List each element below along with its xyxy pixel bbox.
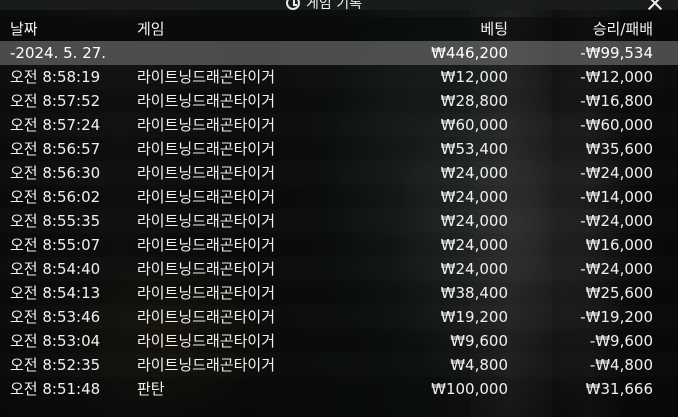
row-game: 라이트닝드래곤타이거 <box>137 356 276 374</box>
table-row[interactable]: 오전 8:56:30 라이트닝드래곤타이거 ₩24,000 -₩24,000 <box>0 161 678 185</box>
window-title-container: 게임 기록 <box>286 0 362 13</box>
row-date: 오전 8:54:13 <box>10 284 101 302</box>
row-game: 라이트닝드래곤타이거 <box>137 164 276 182</box>
row-result: -₩4,800 <box>589 356 653 374</box>
row-date: 오전 8:55:07 <box>10 236 101 254</box>
row-game: 라이트닝드래곤타이거 <box>137 308 276 326</box>
table-row[interactable]: 오전 8:52:35 라이트닝드래곤타이거 ₩4,800 -₩4,800 <box>0 353 678 377</box>
row-date: 오전 8:53:04 <box>10 332 101 350</box>
row-date: 오전 8:53:46 <box>10 308 101 326</box>
row-bet: ₩38,400 <box>440 284 508 302</box>
table-row[interactable]: 오전 8:54:40 라이트닝드래곤타이거 ₩24,000 -₩24,000 <box>0 257 678 281</box>
row-bet: ₩100,000 <box>431 380 508 398</box>
row-result: -₩24,000 <box>580 260 653 278</box>
table-row[interactable]: 오전 8:57:52 라이트닝드래곤타이거 ₩28,800 -₩16,800 <box>0 89 678 113</box>
history-table-body: 오전 8:58:19 라이트닝드래곤타이거 ₩12,000 -₩12,000 오… <box>0 65 678 417</box>
row-result: -₩24,000 <box>580 212 653 230</box>
row-game: 라이트닝드래곤타이거 <box>137 116 276 134</box>
history-icon <box>286 0 300 10</box>
row-date: 오전 8:58:19 <box>10 68 101 86</box>
row-result: -₩9,600 <box>589 332 653 350</box>
row-game: 라이트닝드래곤타이거 <box>137 68 276 86</box>
row-result: -₩24,000 <box>580 164 653 182</box>
row-result: ₩25,600 <box>585 284 653 302</box>
row-date: 오전 8:54:40 <box>10 260 101 278</box>
row-game: 라이트닝드래곤타이거 <box>137 140 276 158</box>
table-row[interactable]: 오전 8:56:57 라이트닝드래곤타이거 ₩53,400 ₩35,600 <box>0 137 678 161</box>
row-date: 오전 8:57:52 <box>10 92 101 110</box>
date-column-header: 날짜 <box>10 20 38 38</box>
row-bet: ₩53,400 <box>440 140 508 158</box>
row-date: 오전 8:55:35 <box>10 212 101 230</box>
summary-date: -2024. 5. 27. <box>10 44 107 62</box>
table-row[interactable]: 오전 8:53:04 라이트닝드래곤타이거 ₩9,600 -₩9,600 <box>0 329 678 353</box>
table-row[interactable]: 오전 8:53:46 라이트닝드래곤타이거 ₩19,200 -₩19,200 <box>0 305 678 329</box>
row-game: 라이트닝드래곤타이거 <box>137 332 276 350</box>
bet-column-header: 베팅 <box>480 20 508 38</box>
row-game: 라이트닝드래곤타이거 <box>137 236 276 254</box>
row-bet: ₩4,800 <box>450 356 508 374</box>
row-game: 라이트닝드래곤타이거 <box>137 92 276 110</box>
table-row[interactable]: 오전 8:55:07 라이트닝드래곤타이거 ₩24,000 ₩16,000 <box>0 233 678 257</box>
row-date: 오전 8:52:35 <box>10 356 101 374</box>
row-result: -₩60,000 <box>580 116 653 134</box>
table-row[interactable]: 오전 8:51:48 판탄 ₩100,000 ₩31,666 <box>0 377 678 401</box>
row-result: -₩16,800 <box>580 92 653 110</box>
row-bet: ₩24,000 <box>440 164 508 182</box>
row-game: 라이트닝드래곤타이거 <box>137 284 276 302</box>
game-column-header: 게임 <box>137 20 165 38</box>
summary-game <box>137 41 387 65</box>
row-bet: ₩24,000 <box>440 236 508 254</box>
row-result: ₩31,666 <box>585 380 653 398</box>
table-row[interactable]: 오전 8:57:24 라이트닝드래곤타이거 ₩60,000 -₩60,000 <box>0 113 678 137</box>
row-game: 라이트닝드래곤타이거 <box>137 260 276 278</box>
close-icon[interactable] <box>646 0 664 12</box>
row-date: 오전 8:57:24 <box>10 116 101 134</box>
row-game: 라이트닝드래곤타이거 <box>137 212 276 230</box>
row-bet: ₩24,000 <box>440 188 508 206</box>
row-date: 오전 8:51:48 <box>10 380 101 398</box>
summary-result: -₩99,534 <box>580 44 653 62</box>
table-row[interactable]: 오전 8:56:02 라이트닝드래곤타이거 ₩24,000 -₩14,000 <box>0 185 678 209</box>
row-result: ₩35,600 <box>585 140 653 158</box>
row-bet: ₩24,000 <box>440 212 508 230</box>
row-date: 오전 8:56:02 <box>10 188 101 206</box>
win-loss-column-header: 승리/패배 <box>592 20 653 38</box>
table-row[interactable]: 오전 8:54:13 라이트닝드래곤타이거 ₩38,400 ₩25,600 <box>0 281 678 305</box>
row-result: ₩16,000 <box>585 236 653 254</box>
table-header-row: 날짜 게임 베팅 승리/패배 <box>0 17 678 41</box>
row-result: -₩14,000 <box>580 188 653 206</box>
row-bet: ₩24,000 <box>440 260 508 278</box>
row-bet: ₩12,000 <box>440 68 508 86</box>
row-bet: ₩60,000 <box>440 116 508 134</box>
row-bet: ₩28,800 <box>440 92 508 110</box>
row-game: 라이트닝드래곤타이거 <box>137 188 276 206</box>
row-bet: ₩19,200 <box>440 308 508 326</box>
window-title: 게임 기록 <box>306 0 362 12</box>
row-result: -₩12,000 <box>580 68 653 86</box>
row-date: 오전 8:56:57 <box>10 140 101 158</box>
summary-bet: ₩446,200 <box>431 44 508 62</box>
row-bet: ₩9,600 <box>450 332 508 350</box>
row-result: -₩19,200 <box>580 308 653 326</box>
game-history-panel: 게임 기록 날짜 게임 베팅 승리/패배 -2024. 5. 27. ₩446,… <box>0 0 678 417</box>
table-row[interactable]: 오전 8:58:19 라이트닝드래곤타이거 ₩12,000 -₩12,000 <box>0 65 678 89</box>
table-row[interactable]: 오전 8:55:35 라이트닝드래곤타이거 ₩24,000 -₩24,000 <box>0 209 678 233</box>
row-date: 오전 8:56:30 <box>10 164 101 182</box>
date-summary-row: -2024. 5. 27. ₩446,200 -₩99,534 <box>0 41 678 65</box>
row-game: 판탄 <box>137 380 165 398</box>
